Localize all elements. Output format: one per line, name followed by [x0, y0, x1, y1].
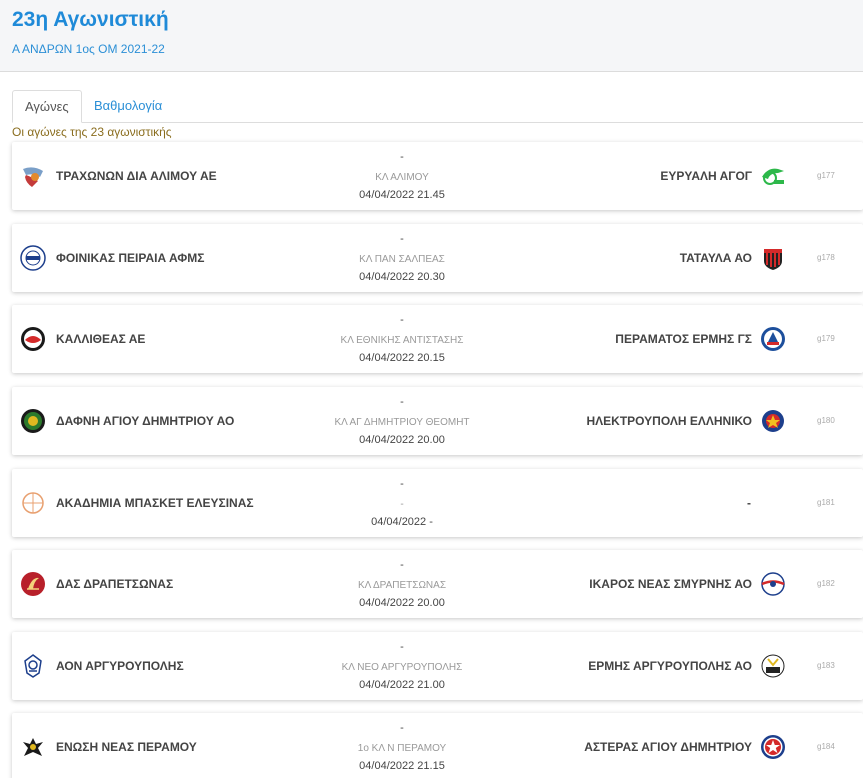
- game-id: g183: [817, 661, 835, 670]
- foinikas-logo-icon: [20, 245, 46, 271]
- tab-bar: Αγώνες Βαθμολογία: [12, 90, 863, 123]
- home-team-name[interactable]: ΔΑΦΝΗ ΑΓΙΟΥ ΔΗΜΗΤΡΙΟΥ ΑΟ: [56, 414, 234, 428]
- game-id: g181: [817, 498, 835, 507]
- game-id: g182: [817, 579, 835, 588]
- away-team-name[interactable]: ΤΑΤΑΥΛΑ ΑΟ: [680, 251, 752, 265]
- match-score: -: [400, 478, 404, 490]
- kallithea-logo-icon: [20, 326, 46, 352]
- match-score: -: [400, 233, 404, 245]
- home-team-name[interactable]: ΑΚΑΔΗΜΙΑ ΜΠΑΣΚΕΤ ΕΛΕΥΣΙΝΑΣ: [56, 496, 254, 510]
- asteras-logo-icon: [760, 734, 786, 760]
- away-team-name[interactable]: ΑΣΤΕΡΑΣ ΑΓΙΟΥ ΔΗΜΗΤΡΙΟΥ: [584, 740, 752, 754]
- match-datetime: 04/04/2022 20.00: [359, 434, 445, 446]
- ikaros-logo-icon: [760, 571, 786, 597]
- tab-games[interactable]: Αγώνες: [12, 90, 82, 123]
- akadimia-elefsinas-logo-icon: [20, 490, 46, 516]
- match-card[interactable]: ΤΡΑΧΩΝΩΝ ΔΙΑ ΑΛΙΜΟΥ ΑΕ - ΚΛ ΑΛΙΜΟΥ 04/04…: [12, 142, 863, 210]
- match-datetime: 04/04/2022 20.30: [359, 271, 445, 283]
- tatavla-logo-icon: [760, 245, 786, 271]
- game-id: g180: [817, 416, 835, 425]
- match-venue: ΚΛ ΑΛΙΜΟΥ: [375, 172, 429, 183]
- match-card[interactable]: ΚΑΛΛΙΘΕΑΣ ΑΕ - ΚΛ ΕΘΝΙΚΗΣ ΑΝΤΙΣΤΑΣΗΣ 04/…: [12, 305, 863, 373]
- match-venue: ΚΛ ΝΕΟ ΑΡΓΥΡΟΥΠΟΛΗΣ: [341, 662, 463, 673]
- match-score: -: [400, 314, 404, 326]
- ermis-argyroupolis-logo-icon: [760, 653, 786, 679]
- match-card[interactable]: ΕΝΩΣΗ ΝΕΑΣ ΠΕΡΑΜΟΥ - 1ο ΚΛ Ν ΠΕΡΑΜΟΥ 04/…: [12, 713, 863, 778]
- enosi-neas-peramou-logo-icon: [20, 734, 46, 760]
- match-datetime: 04/04/2022 -: [371, 516, 433, 528]
- away-team-name[interactable]: ΕΡΜΗΣ ΑΡΓΥΡΟΥΠΟΛΗΣ ΑΟ: [588, 659, 752, 673]
- away-team-name[interactable]: ΕΥΡΥΑΛΗ ΑΓΟΓ: [660, 169, 752, 183]
- home-team-name[interactable]: ΤΡΑΧΩΝΩΝ ΔΙΑ ΑΛΙΜΟΥ ΑΕ: [56, 169, 217, 183]
- home-team-name[interactable]: ΦΟΙΝΙΚΑΣ ΠΕΙΡΑΙΑ ΑΦΜΣ: [56, 251, 204, 265]
- page-header: 23η Αγωνιστική Α ΑΝΔΡΩΝ 1ος ΟΜ 2021-22: [0, 0, 863, 72]
- away-team-name[interactable]: ΠΕΡΑΜΑΤΟΣ ΕΡΜΗΣ ΓΣ: [615, 332, 752, 346]
- match-score: -: [400, 396, 404, 408]
- round-label: Οι αγώνες της 23 αγωνιστικής: [12, 125, 172, 139]
- match-card[interactable]: ΑΚΑΔΗΜΙΑ ΜΠΑΣΚΕΤ ΕΛΕΥΣΙΝΑΣ - - 04/04/202…: [12, 469, 863, 537]
- match-card[interactable]: ΔΑΣ ΔΡΑΠΕΤΣΩΝΑΣ - ΚΛ ΔΡΑΠΕΤΣΩΝΑΣ 04/04/2…: [12, 550, 863, 618]
- game-id: g184: [817, 742, 835, 751]
- aon-argyroupolis-logo-icon: [20, 653, 46, 679]
- match-datetime: 04/04/2022 20.15: [359, 352, 445, 364]
- match-score: -: [400, 641, 404, 653]
- peramatos-ermis-logo-icon: [760, 326, 786, 352]
- away-team-name[interactable]: -: [747, 496, 751, 510]
- game-id: g179: [817, 334, 835, 343]
- ilektroupoli-logo-icon: [760, 408, 786, 434]
- match-venue: -: [400, 499, 404, 510]
- match-venue: ΚΛ ΔΡΑΠΕΤΣΩΝΑΣ: [357, 580, 447, 591]
- match-datetime: 04/04/2022 20.00: [359, 597, 445, 609]
- page-title: 23η Αγωνιστική: [12, 8, 169, 31]
- home-team-name[interactable]: ΚΑΛΛΙΘΕΑΣ ΑΕ: [56, 332, 145, 346]
- match-score: -: [400, 559, 404, 571]
- home-team-name[interactable]: ΕΝΩΣΗ ΝΕΑΣ ΠΕΡΑΜΟΥ: [56, 740, 197, 754]
- match-card[interactable]: ΦΟΙΝΙΚΑΣ ΠΕΙΡΑΙΑ ΑΦΜΣ - ΚΛ ΠΑΝ ΣΑΛΠΕΑΣ 0…: [12, 224, 863, 292]
- match-venue: ΚΛ ΕΘΝΙΚΗΣ ΑΝΤΙΣΤΑΣΗΣ: [340, 335, 464, 346]
- competition-subtitle: Α ΑΝΔΡΩΝ 1ος ΟΜ 2021-22: [12, 42, 165, 56]
- game-id: g177: [817, 171, 835, 180]
- eurylai-logo-icon: [760, 163, 786, 189]
- das-drapetsonas-logo-icon: [20, 571, 46, 597]
- match-venue: 1ο ΚΛ Ν ΠΕΡΑΜΟΥ: [357, 743, 447, 754]
- home-team-name[interactable]: ΑΟΝ ΑΡΓΥΡΟΥΠΟΛΗΣ: [56, 659, 184, 673]
- match-score: -: [400, 722, 404, 734]
- away-team-name[interactable]: ΙΚΑΡΟΣ ΝΕΑΣ ΣΜΥΡΝΗΣ ΑΟ: [589, 577, 752, 591]
- dafni-logo-icon: [20, 408, 46, 434]
- home-team-name[interactable]: ΔΑΣ ΔΡΑΠΕΤΣΩΝΑΣ: [56, 577, 173, 591]
- away-team-name[interactable]: ΗΛΕΚΤΡΟΥΠΟΛΗ ΕΛΛΗΝΙΚΟ: [587, 414, 753, 428]
- match-venue: ΚΛ ΠΑΝ ΣΑΛΠΕΑΣ: [359, 254, 445, 265]
- match-score: -: [400, 151, 404, 163]
- game-id: g178: [817, 253, 835, 262]
- match-datetime: 04/04/2022 21.45: [359, 189, 445, 201]
- match-card[interactable]: ΔΑΦΝΗ ΑΓΙΟΥ ΔΗΜΗΤΡΙΟΥ ΑΟ - ΚΛ ΑΓ ΔΗΜΗΤΡΙ…: [12, 387, 863, 455]
- tab-standings[interactable]: Βαθμολογία: [82, 90, 174, 123]
- match-datetime: 04/04/2022 21.00: [359, 679, 445, 691]
- match-datetime: 04/04/2022 21.15: [359, 760, 445, 772]
- match-venue: ΚΛ ΑΓ ΔΗΜΗΤΡΙΟΥ ΘΕΟΜΗΤ: [334, 417, 470, 428]
- trachones-logo-icon: [20, 163, 46, 189]
- match-card[interactable]: ΑΟΝ ΑΡΓΥΡΟΥΠΟΛΗΣ - ΚΛ ΝΕΟ ΑΡΓΥΡΟΥΠΟΛΗΣ 0…: [12, 632, 863, 700]
